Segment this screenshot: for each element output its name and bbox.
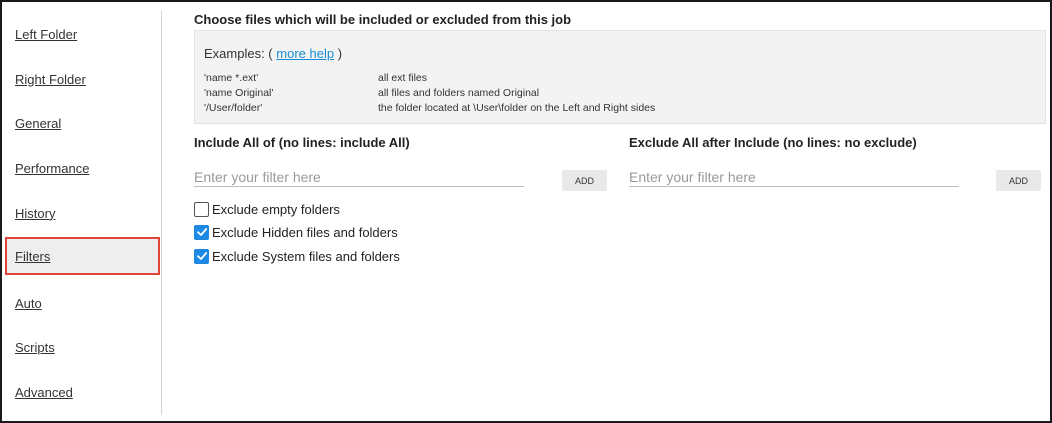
- sidebar-item-advanced[interactable]: Advanced: [5, 373, 160, 411]
- sidebar: Left Folder Right Folder General Perform…: [4, 10, 162, 415]
- examples-box: Examples: ( more help ) 'name *.ext' all…: [194, 30, 1046, 124]
- include-title: Include All of (no lines: include All): [194, 135, 410, 150]
- sidebar-item-auto[interactable]: Auto: [5, 284, 160, 322]
- sidebar-item-scripts[interactable]: Scripts: [5, 328, 160, 366]
- exclude-system-option[interactable]: Exclude System files and folders: [194, 247, 400, 265]
- exclude-hidden-option[interactable]: Exclude Hidden files and folders: [194, 223, 398, 241]
- exclude-title: Exclude All after Include (no lines: no …: [629, 135, 917, 150]
- example-pattern: 'name Original': [204, 87, 274, 99]
- include-add-button[interactable]: ADD: [562, 170, 607, 191]
- exclude-empty-folders-checkbox[interactable]: [194, 201, 209, 217]
- example-pattern: 'name *.ext': [204, 72, 259, 84]
- sidebar-item-performance[interactable]: Performance: [5, 149, 160, 187]
- page-title: Choose files which will be included or e…: [194, 12, 572, 27]
- example-description: all ext files: [378, 72, 428, 84]
- filters-panel: Choose files which will be included or e…: [194, 2, 1046, 422]
- examples-suffix: ): [337, 46, 343, 61]
- exclude-empty-folders-option[interactable]: Exclude empty folders: [194, 200, 340, 218]
- settings-window: Left Folder Right Folder General Perform…: [0, 0, 1052, 423]
- exclude-filter-input[interactable]: [629, 167, 959, 187]
- include-filter-input[interactable]: [194, 167, 524, 187]
- more-help-link[interactable]: more help: [276, 46, 334, 61]
- sidebar-item-history[interactable]: History: [5, 194, 160, 232]
- example-description: all files and folders named Original: [378, 87, 540, 99]
- sidebar-item-general[interactable]: General: [5, 104, 160, 142]
- checkmark-icon: [196, 228, 207, 236]
- sidebar-item-right-folder[interactable]: Right Folder: [5, 60, 160, 98]
- examples-title: Examples: ( more help ): [204, 46, 342, 61]
- example-pattern: '/User/folder': [204, 102, 263, 114]
- checkbox-label: Exclude empty folders: [212, 201, 340, 217]
- checkbox-label: Exclude System files and folders: [212, 248, 400, 264]
- sidebar-item-filters[interactable]: Filters: [5, 237, 160, 275]
- exclude-hidden-checkbox[interactable]: [194, 224, 209, 240]
- example-description: the folder located at \User\folder on th…: [378, 102, 656, 114]
- sidebar-item-left-folder[interactable]: Left Folder: [5, 15, 160, 53]
- checkbox-label: Exclude Hidden files and folders: [212, 224, 398, 240]
- examples-prefix: Examples: (: [204, 46, 273, 61]
- exclude-add-button[interactable]: ADD: [996, 170, 1041, 191]
- checkmark-icon: [196, 252, 207, 260]
- exclude-system-checkbox[interactable]: [194, 248, 209, 264]
